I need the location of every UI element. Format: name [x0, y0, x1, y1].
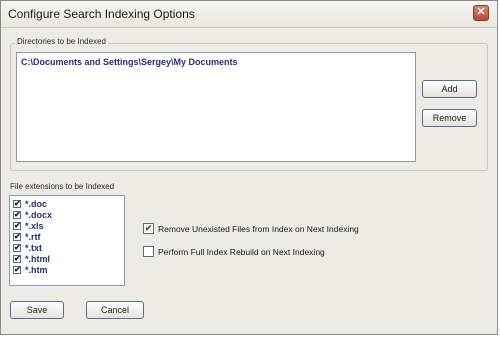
close-icon: ✕	[476, 6, 486, 18]
extension-item-htm[interactable]: ✔ *.htm	[13, 265, 48, 275]
extensions-label: File extensions to be Indexed	[10, 182, 115, 191]
save-button[interactable]: Save	[10, 301, 64, 319]
remove-unexisted-option[interactable]: ✔ Remove Unexisted Files from Index on N…	[143, 223, 359, 234]
full-rebuild-option[interactable]: Perform Full Index Rebuild on Next Index…	[143, 246, 325, 257]
directory-item[interactable]: C:\Documents and Settings\Sergey\My Docu…	[21, 57, 238, 67]
extension-item-docx[interactable]: ✔ *.docx	[13, 210, 52, 220]
extension-label: *.xls	[25, 221, 44, 231]
extension-label: *.html	[25, 254, 51, 264]
close-button[interactable]: ✕	[473, 5, 489, 21]
extension-item-xls[interactable]: ✔ *.xls	[13, 221, 44, 231]
extension-checkbox[interactable]: ✔	[13, 222, 21, 230]
extension-checkbox[interactable]: ✔	[13, 211, 21, 219]
extension-item-html[interactable]: ✔ *.html	[13, 254, 50, 264]
extension-checkbox[interactable]: ✔	[13, 233, 21, 241]
title-bar: Configure Search Indexing Options ✕	[1, 1, 497, 28]
add-button[interactable]: Add	[422, 80, 477, 98]
extension-label: *.doc	[25, 199, 48, 209]
full-rebuild-checkbox[interactable]	[143, 246, 154, 257]
cancel-button[interactable]: Cancel	[86, 301, 144, 319]
remove-unexisted-label: Remove Unexisted Files from Index on Nex…	[158, 223, 359, 234]
extension-checkbox[interactable]: ✔	[13, 244, 21, 252]
extension-item-txt[interactable]: ✔ *.txt	[13, 243, 42, 253]
remove-unexisted-checkbox[interactable]: ✔	[143, 223, 154, 234]
extension-item-rtf[interactable]: ✔ *.rtf	[13, 232, 41, 242]
extension-checkbox[interactable]: ✔	[13, 266, 21, 274]
extension-item-doc[interactable]: ✔ *.doc	[13, 199, 47, 209]
extension-label: *.docx	[25, 210, 53, 220]
directories-label: Directories to be Indexed	[15, 37, 108, 46]
full-rebuild-label: Perform Full Index Rebuild on Next Index…	[158, 246, 325, 257]
dialog-title: Configure Search Indexing Options	[8, 7, 195, 21]
extension-label: *.txt	[25, 243, 43, 253]
extensions-list[interactable]: ✔ *.doc ✔ *.docx ✔ *.xls ✔ *.rtf ✔ *.txt…	[9, 195, 125, 286]
directories-list[interactable]: C:\Documents and Settings\Sergey\My Docu…	[16, 52, 416, 162]
extension-label: *.rtf	[25, 232, 41, 242]
extension-label: *.htm	[25, 265, 48, 275]
extension-checkbox[interactable]: ✔	[13, 255, 21, 263]
remove-button[interactable]: Remove	[422, 109, 477, 127]
extension-checkbox[interactable]: ✔	[13, 200, 21, 208]
